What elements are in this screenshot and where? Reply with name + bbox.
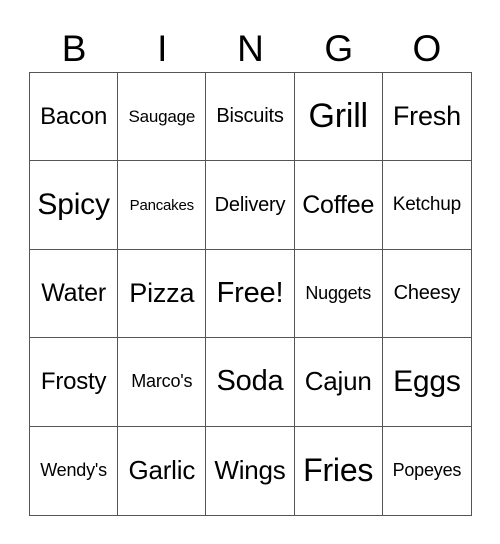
bingo-cell[interactable]: Cheesy — [382, 250, 471, 339]
header-letter-g: G — [324, 28, 354, 69]
header-letter-i: I — [157, 28, 168, 69]
bingo-cell[interactable]: Fries — [295, 426, 383, 515]
header-letter-n: N — [237, 28, 264, 69]
bingo-cell[interactable]: Soda — [206, 338, 295, 427]
bingo-cell[interactable]: Popeyes — [383, 427, 471, 515]
bingo-cell[interactable]: Spicy — [30, 161, 119, 250]
bingo-cell[interactable]: Saugage — [118, 73, 207, 162]
bingo-header: B I N G O — [30, 26, 471, 72]
header-letter-b: B — [61, 28, 87, 69]
bingo-cell[interactable]: Bacon — [30, 73, 119, 162]
bingo-cell[interactable]: Grill — [294, 73, 383, 162]
bingo-grid: Bacon Saugage Biscuits Grill Fresh Spicy Panca… — [29, 72, 472, 516]
header-letter-o: O — [412, 28, 442, 69]
bingo-cell[interactable]: Marco's — [118, 338, 207, 427]
bingo-cell[interactable]: Water — [30, 249, 119, 339]
bingo-cell[interactable]: Frosty — [30, 338, 119, 427]
bingo-cell[interactable]: Wendy's — [30, 426, 119, 515]
bingo-cell[interactable]: Pizza — [118, 249, 207, 339]
bingo-cell[interactable]: Pancakes — [118, 161, 207, 250]
bingo-cell[interactable]: Free! — [206, 249, 295, 339]
bingo-cell[interactable]: Biscuits — [206, 73, 295, 162]
bingo-cell[interactable]: Garlic — [118, 426, 207, 515]
bingo-cell[interactable]: Eggs — [382, 338, 471, 427]
bingo-cell[interactable]: Fresh — [382, 73, 471, 162]
bingo-cell[interactable]: Nuggets — [294, 249, 383, 339]
bingo-cell[interactable]: Wings — [206, 426, 295, 515]
bingo-cell[interactable]: Coffee — [294, 161, 383, 250]
bingo-cell[interactable]: Delivery — [206, 161, 295, 250]
bingo-cell[interactable]: Cajun — [294, 338, 383, 427]
bingo-cell[interactable]: Ketchup — [382, 161, 471, 250]
